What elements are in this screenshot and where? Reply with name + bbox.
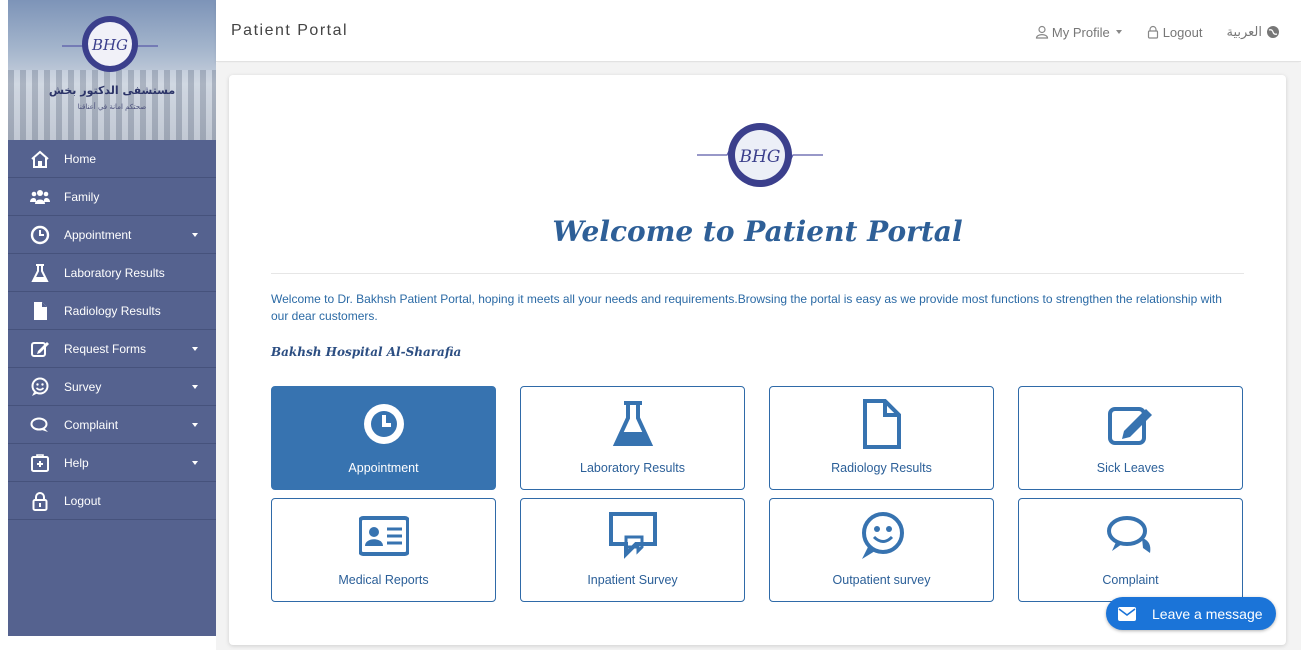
chevron-down-icon (192, 423, 198, 427)
language-label: العربية (1226, 24, 1262, 39)
sidebar-item-label: Complaint (64, 417, 119, 432)
clock-icon (272, 399, 495, 449)
sidebar-item-label: Survey (64, 379, 102, 394)
edit-icon (28, 338, 52, 360)
flask-icon (28, 262, 52, 284)
smile-icon (28, 376, 52, 398)
tile-radiology-results[interactable]: Radiology Results (769, 386, 994, 490)
clock-icon (28, 224, 52, 246)
chevron-down-icon (192, 347, 198, 351)
leave-message-label: Leave a message (1152, 605, 1263, 622)
my-profile-menu[interactable]: My Profile (1035, 25, 1122, 40)
header-logout-link[interactable]: Logout (1146, 24, 1203, 40)
globe-icon (1267, 26, 1279, 38)
edit-icon (1019, 399, 1242, 449)
sidebar-item-label: Family (64, 189, 100, 204)
sidebar-item-survey[interactable]: Survey (8, 368, 216, 406)
tile-appointment[interactable]: Appointment (271, 386, 496, 490)
tile-complaint[interactable]: Complaint (1018, 498, 1243, 602)
smile-chat-icon (770, 511, 993, 561)
svg-text:BHG: BHG (91, 36, 128, 54)
sidebar-nav: Home Family Appointment Laboratory Resul… (8, 140, 216, 520)
sidebar-item-help[interactable]: Help (8, 444, 216, 482)
tile-medical-reports[interactable]: Medical Reports (271, 498, 496, 602)
tile-sick-leaves[interactable]: Sick Leaves (1018, 386, 1243, 490)
hospital-logo[interactable]: BHG (60, 6, 160, 76)
chevron-down-icon (192, 233, 198, 237)
file-icon (770, 399, 993, 449)
tile-label: Outpatient survey (832, 573, 931, 587)
comments-icon (521, 511, 744, 561)
sidebar-item-label: Help (64, 455, 89, 470)
sidebar-item-label: Request Forms (64, 341, 147, 356)
main-panel: BHG Welcome to Patient Portal Welcome to… (229, 75, 1286, 645)
speech-bubbles-icon (1019, 511, 1242, 561)
page-title: Patient Portal (231, 22, 349, 39)
sidebar-item-laboratory-results[interactable]: Laboratory Results (8, 254, 216, 292)
tile-label: Inpatient Survey (587, 573, 678, 587)
chevron-down-icon (1115, 30, 1122, 34)
sidebar-item-label: Appointment (64, 227, 132, 242)
welcome-title: Welcome to Patient Portal (552, 215, 963, 248)
chat-icon (28, 414, 52, 436)
lock-icon (1147, 25, 1158, 39)
chevron-down-icon (192, 385, 198, 389)
sidebar-item-radiology-results[interactable]: Radiology Results (8, 292, 216, 330)
tile-label: Medical Reports (338, 573, 429, 587)
my-profile-label: My Profile (1051, 24, 1110, 40)
language-switch[interactable]: العربية (1226, 24, 1283, 40)
tile-label: Laboratory Results (580, 461, 685, 475)
id-card-icon (272, 511, 495, 561)
sidebar-item-request-forms[interactable]: Request Forms (8, 330, 216, 368)
chevron-down-icon (192, 461, 198, 465)
medkit-icon (28, 452, 52, 474)
sidebar: BHG مستشفى الدكتور بخش صحتكم امانة في أع… (8, 0, 216, 636)
sidebar-item-label: Laboratory Results (64, 265, 165, 280)
sidebar-item-label: Logout (64, 493, 101, 508)
sidebar-item-family[interactable]: Family (8, 178, 216, 216)
hospital-tagline-arabic: صحتكم امانة في أعناقنا (77, 103, 147, 111)
sidebar-item-label: Home (64, 151, 97, 166)
envelope-icon (1118, 606, 1136, 621)
lock-icon (28, 490, 52, 512)
tile-laboratory-results[interactable]: Laboratory Results (520, 386, 745, 490)
sidebar-item-complaint[interactable]: Complaint (8, 406, 216, 444)
header-actions: My Profile Logout العربية (1011, 24, 1283, 40)
tile-label: Radiology Results (831, 461, 932, 475)
home-icon (28, 148, 52, 170)
sidebar-header: BHG مستشفى الدكتور بخش صحتكم امانة في أع… (8, 0, 216, 140)
sidebar-item-home[interactable]: Home (8, 140, 216, 178)
tile-label: Sick Leaves (1096, 461, 1165, 475)
divider (271, 273, 1244, 274)
users-icon (28, 186, 52, 208)
sidebar-item-logout[interactable]: Logout (8, 482, 216, 520)
tile-inpatient-survey[interactable]: Inpatient Survey (520, 498, 745, 602)
logout-label: Logout (1162, 24, 1203, 40)
hospital-name-arabic: مستشفى الدكتور بخش (48, 84, 176, 97)
tile-label: Appointment (348, 461, 419, 475)
leave-message-button[interactable]: Leave a message (1106, 597, 1276, 630)
sidebar-item-label: Radiology Results (64, 303, 161, 318)
service-tiles: Appointment Laboratory Results Radiology… (271, 386, 1243, 602)
top-header: Patient Portal My Profile Logout العربية (216, 0, 1301, 62)
svg-text:BHG: BHG (739, 147, 781, 167)
sidebar-item-appointment[interactable]: Appointment (8, 216, 216, 254)
intro-text: Welcome to Dr. Bakhsh Patient Portal, ho… (271, 292, 1222, 323)
user-icon (1035, 25, 1049, 39)
flask-icon (521, 399, 744, 449)
tile-outpatient-survey[interactable]: Outpatient survey (769, 498, 994, 602)
hospital-logo: BHG (695, 119, 825, 191)
file-icon (28, 300, 52, 322)
tile-label: Complaint (1102, 573, 1159, 587)
hospital-subtitle: Bakhsh Hospital Al-Sharafia (271, 345, 462, 359)
